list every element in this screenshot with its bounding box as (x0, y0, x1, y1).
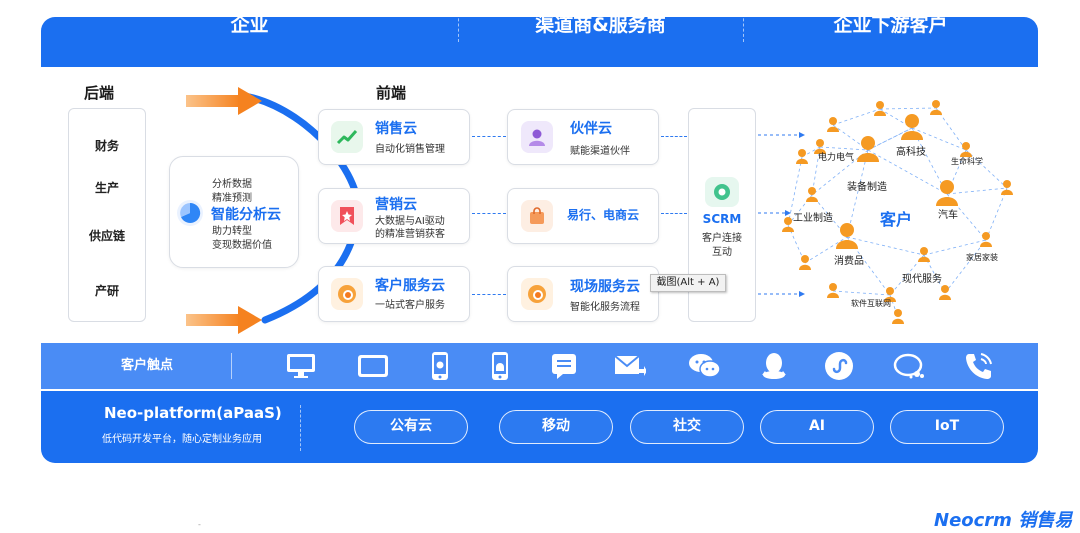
analysis-line3: 助力转型 (212, 226, 252, 237)
pill-social[interactable]: 社交 (630, 410, 744, 444)
platform-title: Neo-platform(aPaaS) (104, 404, 282, 422)
customer-label-hightech: 高科技 (896, 147, 926, 158)
service-cloud-title: 客户服务云 (375, 278, 445, 294)
analysis-title: 智能分析云 (211, 207, 281, 223)
customer-label-consumer: 消费品 (834, 256, 864, 267)
pill-mobile[interactable]: 移动 (499, 410, 613, 444)
iphone-icon[interactable] (424, 350, 456, 382)
connector (472, 136, 506, 137)
scrm-title: SCRM (702, 212, 742, 226)
analysis-line4: 变现数据价值 (212, 240, 272, 251)
customer-label-software: 软件互联网 (851, 299, 891, 308)
partner-person-icon (521, 121, 553, 153)
customer-label-modern-service: 现代服务 (902, 274, 942, 285)
customer-label-auto: 汽车 (938, 210, 958, 221)
marketing-cloud-sub2: 的精准营销获客 (375, 229, 445, 240)
customer-label-home: 家居家装 (966, 253, 998, 262)
phone-icon[interactable] (963, 350, 995, 382)
android-icon[interactable] (484, 350, 516, 382)
desktop-icon[interactable] (285, 350, 317, 382)
connector (661, 213, 687, 214)
header-downstream: 企业下游客户 (833, 14, 948, 36)
arrow-bottom-icon (186, 306, 262, 334)
arrow-top-icon (186, 87, 262, 115)
wechat-icon[interactable] (688, 350, 720, 382)
field-service-swirl-icon (521, 278, 553, 310)
sales-chart-icon (331, 121, 363, 153)
pill-ai[interactable]: AI (760, 410, 874, 444)
field-service-sub: 智能化服务流程 (570, 302, 640, 313)
brand-logo: Neocrm 销售易 (934, 510, 1073, 531)
decorative-dash: - (198, 520, 201, 529)
ecommerce-cloud-title: 易行、电商云 (567, 208, 640, 222)
analysis-pie-icon (176, 199, 204, 227)
qq-icon[interactable] (758, 350, 790, 382)
sales-cloud-title: 销售云 (375, 121, 417, 137)
backend-item-finance: 财务 (94, 139, 119, 153)
platform-divider (300, 405, 301, 451)
touchpoint-divider (231, 353, 232, 379)
service-swirl-icon (331, 278, 363, 310)
miniprogram-icon[interactable] (823, 350, 855, 382)
pill-iot[interactable]: IoT (890, 410, 1004, 444)
analysis-line1: 分析数据 (212, 179, 252, 190)
backend-label: 后端 (84, 84, 115, 102)
platform-subtitle: 低代码开发平台，随心定制业务应用 (102, 434, 262, 445)
backend-item-rnd: 产研 (94, 284, 119, 298)
frontend-label: 前端 (376, 84, 407, 102)
email-icon[interactable] (614, 350, 646, 382)
connector (472, 213, 506, 214)
partner-cloud-title: 伙伴云 (570, 121, 612, 137)
field-service-title: 现场服务云 (570, 279, 640, 295)
scrm-icon (705, 177, 739, 207)
header-enterprise: 企业 (230, 14, 269, 36)
marketing-flag-icon (331, 200, 363, 232)
touchpoint-label: 客户触点 (120, 358, 173, 373)
sales-cloud-sub: 自动化销售管理 (375, 144, 445, 155)
partner-cloud-sub: 赋能渠道伙伴 (570, 146, 630, 157)
connector (472, 294, 506, 295)
scrm-sub2: 互动 (712, 247, 732, 258)
header-channel: 渠道商&服务商 (535, 14, 666, 36)
analysis-line2: 精准预测 (212, 193, 252, 204)
customer-label-lifescience: 生命科学 (951, 157, 983, 166)
backend-item-supply-chain: 供应链 (88, 229, 125, 243)
connector (661, 136, 687, 137)
ecommerce-bag-icon (521, 200, 553, 232)
tablet-icon[interactable] (357, 350, 389, 382)
customer-center-label: 客户 (880, 210, 913, 229)
service-cloud-sub: 一站式客户服务 (375, 300, 445, 311)
scrm-sub1: 客户连接 (702, 233, 742, 244)
screenshot-tooltip: 截图(Alt + A) (650, 274, 726, 292)
message-icon[interactable] (548, 350, 580, 382)
pill-public-cloud[interactable]: 公有云 (354, 410, 468, 444)
customer-label-industrial: 工业制造 (793, 213, 833, 224)
marketing-cloud-title: 营销云 (375, 197, 417, 213)
customer-label-power: 电力电气 (818, 153, 855, 163)
chat-icon[interactable] (893, 350, 925, 382)
backend-item-production: 生产 (94, 181, 119, 195)
customer-label-equipment: 装备制造 (847, 182, 887, 193)
